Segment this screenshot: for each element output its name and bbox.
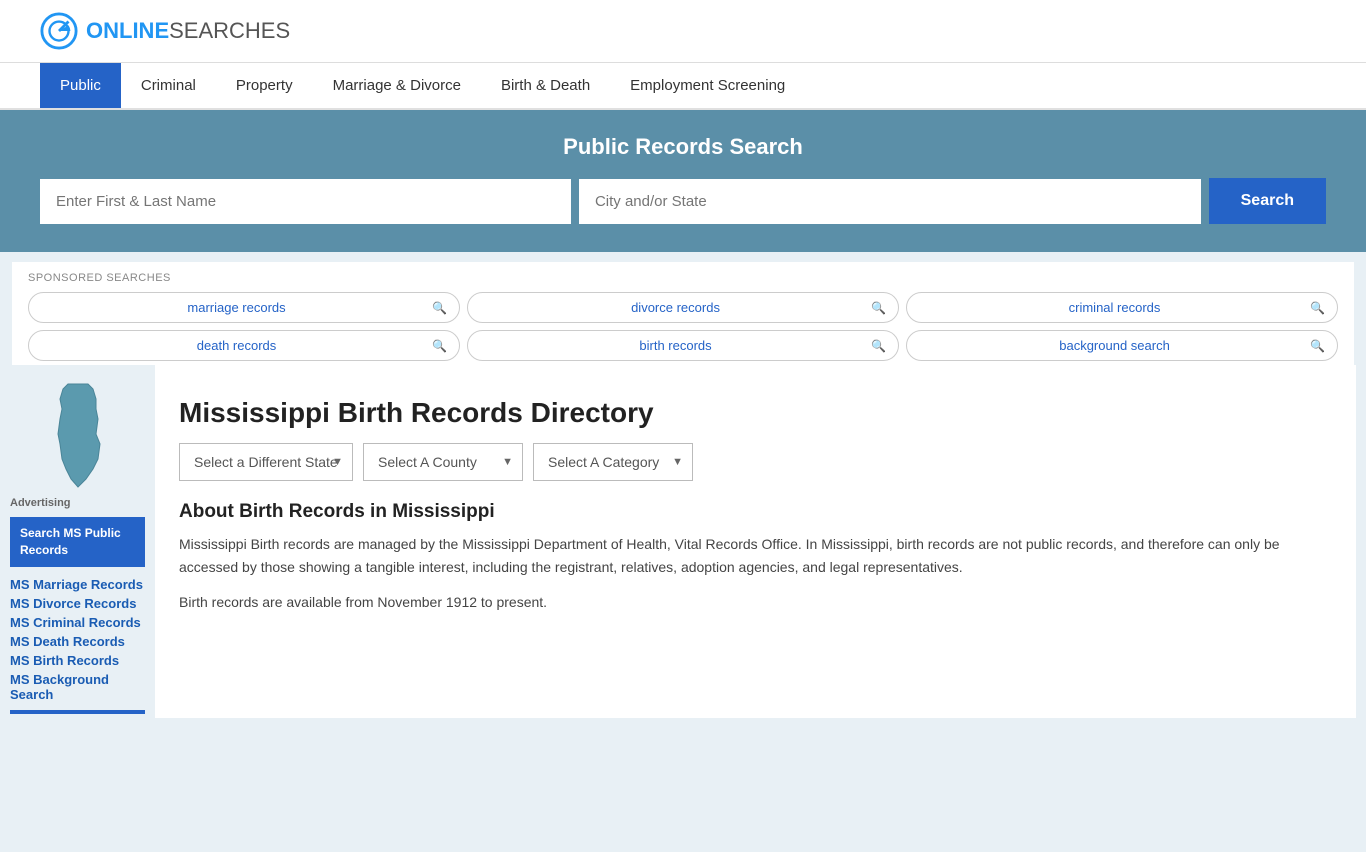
- logo-online: ONLINE: [86, 18, 169, 43]
- main-nav: Public Criminal Property Marriage & Divo…: [0, 63, 1366, 110]
- main-content: Mississippi Birth Records Directory Sele…: [155, 365, 1356, 718]
- sponsored-area: SPONSORED SEARCHES marriage records 🔍 di…: [0, 252, 1366, 365]
- pill-divorce-records[interactable]: divorce records 🔍: [467, 292, 899, 323]
- sidebar: Advertising Search MS Public Records MS …: [0, 365, 155, 728]
- search-button[interactable]: Search: [1209, 178, 1326, 224]
- page-inner: Advertising Search MS Public Records MS …: [0, 365, 1366, 728]
- sponsored-pills: marriage records 🔍 divorce records 🔍 cri…: [28, 292, 1338, 361]
- logo-icon: [40, 12, 78, 50]
- search-icon-criminal: 🔍: [1310, 301, 1325, 315]
- logo[interactable]: ONLINESEARCHES: [40, 12, 290, 50]
- pill-death-records[interactable]: death records 🔍: [28, 330, 460, 361]
- state-dropdown-wrapper: Select a Different State: [179, 443, 353, 481]
- county-dropdown-wrapper: Select A County: [363, 443, 523, 481]
- search-icon-divorce: 🔍: [871, 301, 886, 315]
- nav-birth-death[interactable]: Birth & Death: [481, 63, 610, 108]
- pill-birth-text: birth records: [480, 338, 871, 353]
- advertising-label: Advertising: [10, 497, 145, 509]
- pill-background-search[interactable]: background search 🔍: [906, 330, 1338, 361]
- search-icon-background: 🔍: [1310, 339, 1325, 353]
- nav-public[interactable]: Public: [40, 63, 121, 108]
- mississippi-shape: [38, 379, 118, 489]
- pill-criminal-text: criminal records: [919, 300, 1310, 315]
- pill-death-text: death records: [41, 338, 432, 353]
- search-banner-title: Public Records Search: [40, 134, 1326, 160]
- location-input[interactable]: [579, 179, 1201, 224]
- nav-marriage-divorce[interactable]: Marriage & Divorce: [313, 63, 481, 108]
- sidebar-link-background[interactable]: MS Background Search: [10, 672, 145, 702]
- page-header: ONLINESEARCHES: [0, 0, 1366, 63]
- search-icon-death: 🔍: [432, 339, 447, 353]
- pill-birth-records[interactable]: birth records 🔍: [467, 330, 899, 361]
- sidebar-ad-button[interactable]: Search MS Public Records: [10, 517, 145, 567]
- sidebar-link-marriage[interactable]: MS Marriage Records: [10, 577, 145, 592]
- sidebar-link-death[interactable]: MS Death Records: [10, 634, 145, 649]
- sidebar-link-divorce[interactable]: MS Divorce Records: [10, 596, 145, 611]
- about-title: About Birth Records in Mississippi: [179, 501, 1332, 523]
- nav-property[interactable]: Property: [216, 63, 313, 108]
- nav-criminal[interactable]: Criminal: [121, 63, 216, 108]
- pill-divorce-text: divorce records: [480, 300, 871, 315]
- nav-employment[interactable]: Employment Screening: [610, 63, 805, 108]
- directory-title: Mississippi Birth Records Directory: [179, 397, 1332, 429]
- sponsored-inner: SPONSORED SEARCHES marriage records 🔍 di…: [12, 262, 1354, 365]
- about-paragraph-1: Mississippi Birth records are managed by…: [179, 533, 1332, 579]
- category-dropdown[interactable]: Select A Category: [533, 443, 693, 481]
- pill-criminal-records[interactable]: criminal records 🔍: [906, 292, 1338, 323]
- pill-marriage-records[interactable]: marriage records 🔍: [28, 292, 460, 323]
- about-paragraph-2: Birth records are available from Novembe…: [179, 591, 1332, 614]
- pill-marriage-text: marriage records: [41, 300, 432, 315]
- logo-searches: SEARCHES: [169, 18, 290, 43]
- search-fields: Search: [40, 178, 1326, 224]
- search-icon-marriage: 🔍: [432, 301, 447, 315]
- name-input[interactable]: [40, 179, 571, 224]
- sponsored-label: SPONSORED SEARCHES: [28, 272, 1338, 284]
- search-banner: Public Records Search Search: [0, 110, 1366, 252]
- sidebar-link-birth[interactable]: MS Birth Records: [10, 653, 145, 668]
- category-dropdown-wrapper: Select A Category: [533, 443, 693, 481]
- sidebar-link-criminal[interactable]: MS Criminal Records: [10, 615, 145, 630]
- state-dropdown[interactable]: Select a Different State: [179, 443, 353, 481]
- county-dropdown[interactable]: Select A County: [363, 443, 523, 481]
- sidebar-accent-bar: [10, 710, 145, 714]
- logo-text: ONLINESEARCHES: [86, 18, 290, 44]
- pill-background-text: background search: [919, 338, 1310, 353]
- dropdowns-row: Select a Different State Select A County…: [179, 443, 1332, 481]
- search-icon-birth: 🔍: [871, 339, 886, 353]
- page-body: SPONSORED SEARCHES marriage records 🔍 di…: [0, 252, 1366, 852]
